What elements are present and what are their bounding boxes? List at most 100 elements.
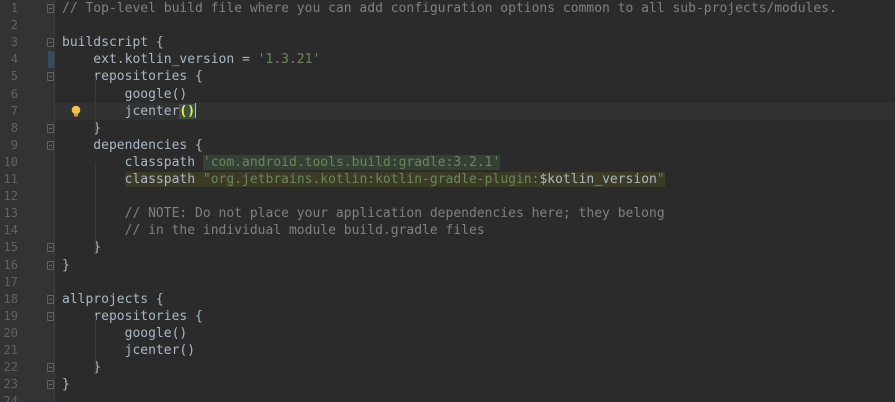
line-number: 20 xyxy=(3,325,18,340)
line-number: 22 xyxy=(3,360,18,375)
code-line[interactable]: 6 google() xyxy=(0,86,895,103)
code-token: google() xyxy=(62,86,188,102)
code-line[interactable]: 9 dependencies { xyxy=(0,137,895,154)
line-number: 23 xyxy=(3,377,18,392)
line-number: 4 xyxy=(10,52,18,67)
fold-marker-icon[interactable] xyxy=(47,294,54,304)
code-line[interactable]: 23} xyxy=(0,376,895,393)
code-token: 'com.android.tools.build:gradle:3.2.1' xyxy=(202,154,501,170)
line-number: 1 xyxy=(10,1,18,15)
code-text: ext.kotlin_version = '1.3.21' xyxy=(62,51,320,68)
code-line[interactable]: 14 // in the individual module build.gra… xyxy=(0,222,895,239)
indent-guide xyxy=(95,316,96,373)
fold-marker-icon[interactable] xyxy=(47,140,54,150)
code-line[interactable]: 4 ext.kotlin_version = '1.3.21' xyxy=(0,51,895,69)
line-number: 17 xyxy=(3,274,18,289)
line-number: 14 xyxy=(3,223,18,238)
code-line[interactable]: 12 xyxy=(0,188,895,205)
code-token: dependencies { xyxy=(62,137,203,153)
line-number: 9 xyxy=(10,137,18,152)
code-text: repositories { xyxy=(62,68,203,85)
fold-marker-icon[interactable] xyxy=(47,123,54,133)
line-number: 18 xyxy=(3,291,18,306)
code-line[interactable]: 22 } xyxy=(0,359,895,376)
code-text: // in the individual module build.gradle… xyxy=(62,222,485,239)
fold-marker-icon[interactable] xyxy=(47,72,54,82)
line-number: 11 xyxy=(3,172,18,186)
code-token: } xyxy=(62,257,70,273)
code-text: // NOTE: Do not place your application d… xyxy=(62,205,665,222)
code-line[interactable]: 16} xyxy=(0,257,895,274)
code-line[interactable]: 21 jcenter() xyxy=(0,342,895,359)
code-line[interactable]: 5 repositories { xyxy=(0,68,895,85)
fold-marker-icon[interactable] xyxy=(47,380,54,390)
line-number: 12 xyxy=(3,189,18,204)
code-token: jcenter xyxy=(62,103,180,119)
code-text: google() xyxy=(62,325,188,342)
code-text: classpath "org.jetbrains.kotlin:kotlin-g… xyxy=(62,171,665,188)
code-token: ext.kotlin_version = xyxy=(62,52,258,68)
code-line[interactable]: 11 classpath "org.jetbrains.kotlin:kotli… xyxy=(0,171,895,188)
line-number: 16 xyxy=(3,257,18,272)
code-line[interactable]: 19 repositories { xyxy=(0,308,895,325)
code-text: google() xyxy=(62,86,188,103)
code-token: repositories { xyxy=(62,308,203,324)
code-text: } xyxy=(62,257,70,274)
indent-guide xyxy=(95,162,96,254)
code-token: $kotlin_version xyxy=(539,172,657,187)
code-text: allprojects { xyxy=(62,291,164,308)
line-number: 6 xyxy=(10,86,18,101)
code-line[interactable]: 2 xyxy=(0,17,895,34)
fold-marker-icon[interactable] xyxy=(47,363,54,373)
fold-marker-icon[interactable] xyxy=(47,243,54,253)
line-number: 15 xyxy=(3,240,18,255)
code-text: classpath 'com.android.tools.build:gradl… xyxy=(62,154,501,171)
code-text: dependencies { xyxy=(62,137,203,154)
text-caret xyxy=(195,102,197,118)
fold-marker-icon[interactable] xyxy=(47,260,54,270)
code-text: repositories { xyxy=(62,308,203,325)
code-text: buildscript { xyxy=(62,34,164,51)
code-line[interactable]: 3 buildscript { xyxy=(0,34,895,51)
code-token: '1.3.21' xyxy=(257,52,321,68)
code-line[interactable]: 24 xyxy=(0,393,895,402)
code-line[interactable]: 17 xyxy=(0,274,895,291)
line-number: 24 xyxy=(3,394,18,402)
code-text: jcenter() xyxy=(62,342,195,359)
code-token: jcenter() xyxy=(62,343,196,358)
fold-marker-icon[interactable] xyxy=(47,4,54,13)
code-token: classpath xyxy=(124,154,203,170)
line-number: 2 xyxy=(10,18,18,33)
line-number: 19 xyxy=(3,308,18,323)
code-text: // Top-level build file where you can ad… xyxy=(62,0,837,17)
code-token: () xyxy=(179,103,196,119)
line-number: 8 xyxy=(10,120,18,135)
fold-marker-icon[interactable] xyxy=(47,311,54,321)
change-marker xyxy=(48,51,54,69)
code-line[interactable]: 13 // NOTE: Do not place your applicatio… xyxy=(0,205,895,222)
code-text: jcenter() xyxy=(62,102,197,120)
code-token: " xyxy=(656,172,665,187)
indent-guide xyxy=(95,76,96,134)
code-line[interactable]: 18 allprojects { xyxy=(0,291,895,308)
line-number: 21 xyxy=(3,343,18,357)
code-line[interactable]: 8 } xyxy=(0,120,895,137)
code-line[interactable]: 15 } xyxy=(0,239,895,256)
code-line[interactable]: 7 jcenter() xyxy=(0,102,895,120)
code-text: } xyxy=(62,376,70,393)
line-number: 7 xyxy=(10,103,18,118)
code-line[interactable]: 10 classpath 'com.android.tools.build:gr… xyxy=(0,154,895,171)
code-token: // NOTE: Do not place your application d… xyxy=(62,206,665,222)
code-token: repositories { xyxy=(62,69,203,85)
line-number: 5 xyxy=(10,69,18,84)
code-line[interactable]: 1 // Top-level build file where you can a… xyxy=(0,0,895,17)
code-token: // in the individual module build.gradle… xyxy=(62,223,485,239)
code-editor[interactable]: 1 // Top-level build file where you can a… xyxy=(0,0,895,402)
code-line[interactable]: 20 google() xyxy=(0,325,895,342)
code-token: allprojects { xyxy=(62,291,164,307)
line-number: 3 xyxy=(10,35,18,50)
line-number: 13 xyxy=(3,206,18,221)
fold-marker-icon[interactable] xyxy=(47,38,54,48)
